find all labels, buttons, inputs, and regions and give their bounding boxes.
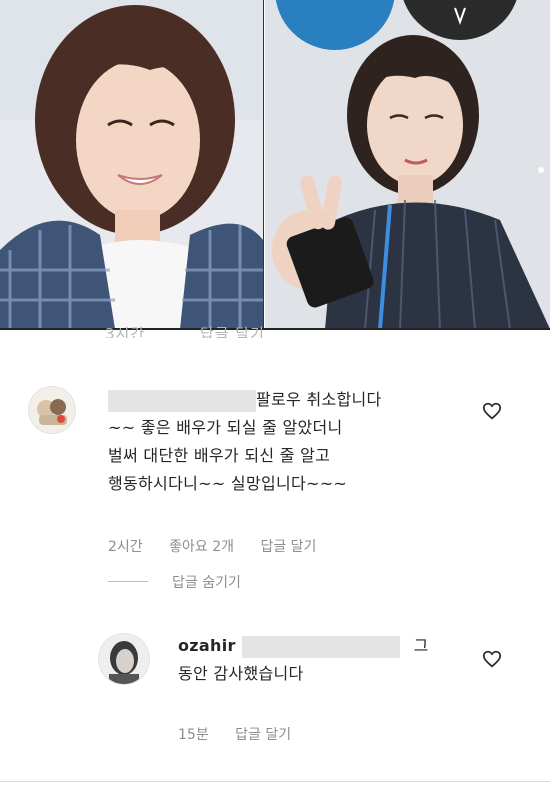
- comment-likes[interactable]: 좋아요 2개: [169, 539, 234, 555]
- reply-avatar[interactable]: [98, 633, 150, 685]
- avatar[interactable]: [28, 386, 76, 434]
- reply-text-tail: 그: [413, 636, 429, 655]
- reply-avatar-image: [99, 634, 149, 684]
- comment-time: 2시간: [108, 539, 143, 555]
- heart-icon[interactable]: [482, 650, 502, 668]
- reply-line-2: 동안 감사했습니다: [178, 664, 304, 683]
- comment-line-1: 팔로우 취소합니다: [108, 386, 382, 414]
- hide-replies-button[interactable]: 답글 숨기기: [172, 572, 241, 592]
- comment-text-line: 팔로우 취소합니다: [256, 390, 382, 409]
- woman-selfie-image: [0, 0, 263, 329]
- reply-reply-button[interactable]: 답글 달기: [235, 727, 291, 743]
- heart-icon[interactable]: [482, 402, 502, 420]
- redacted-text: [241, 635, 400, 658]
- previous-comment-reply[interactable]: 답글 달기: [200, 322, 265, 338]
- photo-right[interactable]: [265, 0, 550, 329]
- comment-line-4: 행동하시다니~~ 실망입니다~~~: [108, 474, 348, 493]
- comment-meta: 2시간 좋아요 2개 답글 달기: [108, 536, 338, 556]
- reply-line-1: ozahir 그: [178, 632, 429, 660]
- previous-comment-time: 3시간: [105, 325, 146, 338]
- comment-line-2: ~~ 좋은 배우가 되실 줄 알았더니: [108, 418, 343, 437]
- bottom-divider: [0, 781, 550, 782]
- reply-username[interactable]: ozahir: [178, 636, 236, 655]
- photo-left[interactable]: [0, 0, 264, 329]
- comment-line-3: 벌써 대단한 배우가 되신 줄 알고: [108, 446, 331, 465]
- reply-time: 15분: [178, 727, 209, 743]
- comment-body: 팔로우 취소합니다 ~~ 좋은 배우가 되실 줄 알았더니 벌써 대단한 배우가…: [108, 386, 382, 498]
- redacted-username: [108, 389, 256, 412]
- woman-peace-sign-image: [265, 0, 550, 329]
- hide-replies-line: [108, 581, 148, 582]
- reply-body: ozahir 그 동안 감사했습니다: [178, 632, 429, 688]
- avatar-image: [29, 387, 75, 433]
- post-photos: [0, 0, 550, 330]
- comment-reply-button[interactable]: 답글 달기: [260, 539, 316, 555]
- reply-meta: 15분 답글 달기: [178, 724, 313, 744]
- photo-divider: [0, 328, 550, 330]
